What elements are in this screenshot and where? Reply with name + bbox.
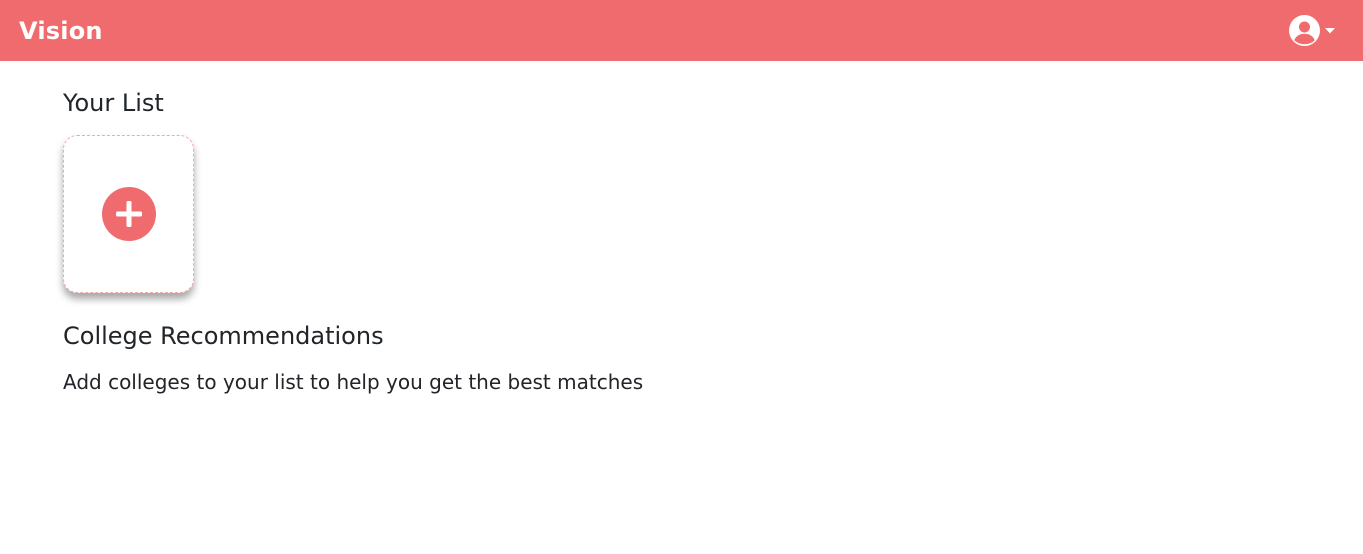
caret-down-icon bbox=[1325, 27, 1335, 34]
your-list-heading: Your List bbox=[63, 89, 164, 117]
recommendations-empty-message: Add colleges to your list to help you ge… bbox=[63, 370, 644, 394]
brand-logo[interactable]: Vision bbox=[19, 17, 103, 45]
plus-circle-icon bbox=[101, 187, 156, 241]
main-content: Your List College Recommendations Add co… bbox=[63, 86, 1263, 394]
user-circle-icon bbox=[1289, 15, 1320, 46]
top-navbar: Vision bbox=[0, 0, 1363, 61]
add-college-card[interactable] bbox=[63, 135, 194, 293]
college-recommendations-heading: College Recommendations bbox=[63, 322, 384, 350]
user-menu-toggle[interactable] bbox=[1289, 15, 1335, 46]
